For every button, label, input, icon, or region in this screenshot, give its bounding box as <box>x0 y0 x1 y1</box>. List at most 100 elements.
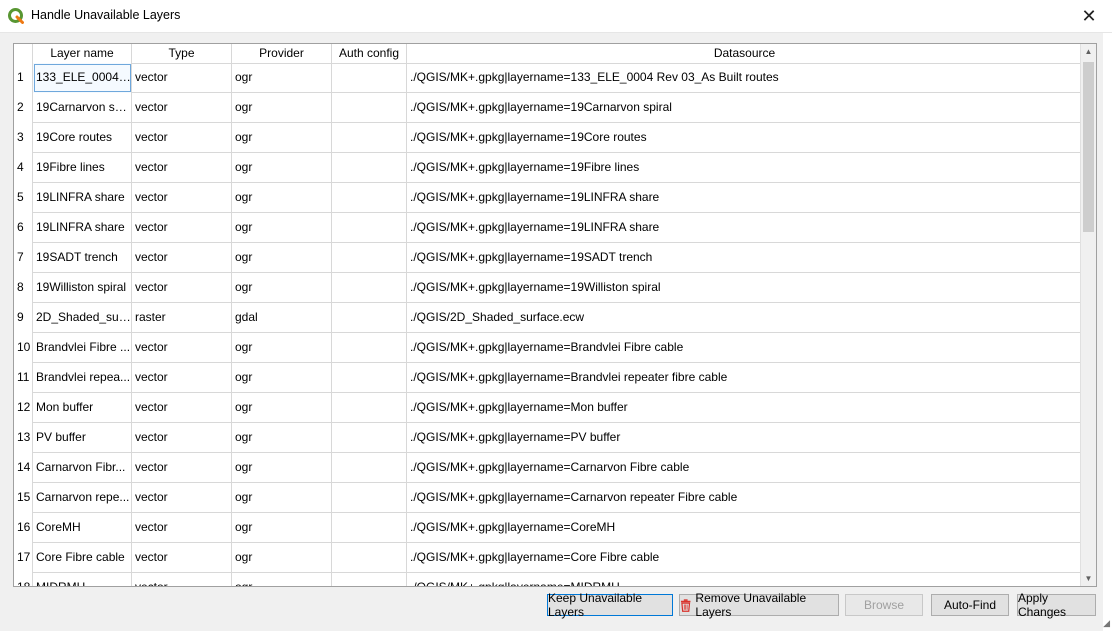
browse-button[interactable]: Browse <box>845 594 923 616</box>
row-number[interactable]: 8 <box>14 273 33 303</box>
table-row[interactable]: 16 CoreMH vector ogr ./QGIS/MK+.gpkg|layerna… <box>14 513 1082 543</box>
cell-layer-name[interactable]: 19Williston spiral <box>33 273 132 303</box>
auto-find-button[interactable]: Auto-Find <box>931 594 1009 616</box>
cell-layer-name[interactable]: 19LINFRA share <box>33 183 132 213</box>
header-layer-name[interactable]: Layer name <box>33 44 132 63</box>
cell-type[interactable]: vector <box>132 453 232 483</box>
cell-auth-config[interactable] <box>332 543 407 573</box>
cell-provider[interactable]: ogr <box>232 483 332 513</box>
cell-auth-config[interactable] <box>332 153 407 183</box>
cell-type[interactable]: vector <box>132 573 232 586</box>
cell-auth-config[interactable] <box>332 573 407 586</box>
cell-auth-config[interactable] <box>332 303 407 333</box>
cell-datasource[interactable]: ./QGIS/2D_Shaded_surface.ecw <box>407 303 1082 333</box>
row-number[interactable]: 16 <box>14 513 33 543</box>
cell-layer-name[interactable]: 133_ELE_0004 R... <box>33 63 132 93</box>
cell-provider[interactable]: ogr <box>232 183 332 213</box>
cell-provider[interactable]: ogr <box>232 123 332 153</box>
cell-type[interactable]: vector <box>132 93 232 123</box>
header-provider[interactable]: Provider <box>232 44 332 63</box>
row-number[interactable]: 15 <box>14 483 33 513</box>
cell-type[interactable]: vector <box>132 333 232 363</box>
keep-unavailable-layers-button[interactable]: Keep Unavailable Layers <box>547 591 673 619</box>
cell-datasource[interactable]: ./QGIS/MK+.gpkg|layername=19LINFRA share <box>407 213 1082 243</box>
header-corner[interactable] <box>14 44 33 63</box>
cell-layer-name[interactable]: 19Fibre lines <box>33 153 132 183</box>
table-row[interactable]: 17 Core Fibre cable vector ogr ./QGIS/MK+.gp… <box>14 543 1082 573</box>
cell-layer-name[interactable]: 19SADT trench <box>33 243 132 273</box>
cell-auth-config[interactable] <box>332 513 407 543</box>
cell-datasource[interactable]: ./QGIS/MK+.gpkg|layername=19Core routes <box>407 123 1082 153</box>
cell-auth-config[interactable] <box>332 393 407 423</box>
table-row[interactable]: 10 Brandvlei Fibre ... vector ogr ./QGIS/MK+… <box>14 333 1082 363</box>
table-row[interactable]: 7 19SADT trench vector ogr ./QGIS/MK+.gpkg|l… <box>14 243 1082 273</box>
scroll-up-icon[interactable]: ▲ <box>1081 44 1096 59</box>
cell-auth-config[interactable] <box>332 273 407 303</box>
cell-datasource[interactable]: ./QGIS/MK+.gpkg|layername=Core Fibre cab… <box>407 543 1082 573</box>
scroll-down-icon[interactable]: ▼ <box>1081 571 1096 586</box>
cell-auth-config[interactable] <box>332 423 407 453</box>
row-number[interactable]: 6 <box>14 213 33 243</box>
cell-type[interactable]: vector <box>132 543 232 573</box>
table-row[interactable]: 9 2D_Shaded_surf... raster gdal ./QGIS/2D_Sh… <box>14 303 1082 333</box>
cell-type[interactable]: vector <box>132 183 232 213</box>
table-row[interactable]: 13 PV buffer vector ogr ./QGIS/MK+.gpkg|laye… <box>14 423 1082 453</box>
cell-provider[interactable]: ogr <box>232 543 332 573</box>
row-number[interactable]: 12 <box>14 393 33 423</box>
cell-provider[interactable]: ogr <box>232 243 332 273</box>
cell-layer-name[interactable]: MIDRMH <box>33 573 132 586</box>
row-number[interactable]: 9 <box>14 303 33 333</box>
cell-layer-name[interactable]: PV buffer <box>33 423 132 453</box>
cell-auth-config[interactable] <box>332 333 407 363</box>
cell-layer-name[interactable]: 19LINFRA share <box>33 213 132 243</box>
cell-datasource[interactable]: ./QGIS/MK+.gpkg|layername=19Carnarvon sp… <box>407 93 1082 123</box>
table-row[interactable]: 8 19Williston spiral vector ogr ./QGIS/MK+.g… <box>14 273 1082 303</box>
cell-datasource[interactable]: ./QGIS/MK+.gpkg|layername=PV buffer <box>407 423 1082 453</box>
table-row[interactable]: 12 Mon buffer vector ogr ./QGIS/MK+.gpkg|lay… <box>14 393 1082 423</box>
cell-datasource[interactable]: ./QGIS/MK+.gpkg|layername=MIDRMH <box>407 573 1082 586</box>
cell-layer-name[interactable]: Carnarvon Fibr... <box>33 453 132 483</box>
cell-layer-name[interactable]: CoreMH <box>33 513 132 543</box>
cell-type[interactable]: vector <box>132 513 232 543</box>
table-row[interactable]: 4 19Fibre lines vector ogr ./QGIS/MK+.gpkg|l… <box>14 153 1082 183</box>
cell-datasource[interactable]: ./QGIS/MK+.gpkg|layername=133_ELE_0004 R… <box>407 63 1082 93</box>
cell-provider[interactable]: ogr <box>232 513 332 543</box>
cell-provider[interactable]: ogr <box>232 573 332 586</box>
cell-layer-name[interactable]: Brandvlei repea... <box>33 363 132 393</box>
cell-datasource[interactable]: ./QGIS/MK+.gpkg|layername=CoreMH <box>407 513 1082 543</box>
row-number[interactable]: 2 <box>14 93 33 123</box>
header-auth-config[interactable]: Auth config <box>332 44 407 63</box>
cell-datasource[interactable]: ./QGIS/MK+.gpkg|layername=Carnarvon repe… <box>407 483 1082 513</box>
cell-type[interactable]: raster <box>132 303 232 333</box>
scroll-thumb[interactable] <box>1083 62 1094 232</box>
row-number[interactable]: 4 <box>14 153 33 183</box>
cell-type[interactable]: vector <box>132 483 232 513</box>
cell-datasource[interactable]: ./QGIS/MK+.gpkg|layername=Carnarvon Fibr… <box>407 453 1082 483</box>
cell-type[interactable]: vector <box>132 153 232 183</box>
cell-provider[interactable]: ogr <box>232 273 332 303</box>
header-datasource[interactable]: Datasource <box>407 44 1082 63</box>
cell-type[interactable]: vector <box>132 393 232 423</box>
cell-auth-config[interactable] <box>332 123 407 153</box>
apply-changes-button[interactable]: Apply Changes <box>1017 591 1096 619</box>
cell-datasource[interactable]: ./QGIS/MK+.gpkg|layername=19SADT trench <box>407 243 1082 273</box>
cell-layer-name[interactable]: Core Fibre cable <box>33 543 132 573</box>
cell-provider[interactable]: ogr <box>232 333 332 363</box>
row-number[interactable]: 10 <box>14 333 33 363</box>
cell-type[interactable]: vector <box>132 63 232 93</box>
table-row[interactable]: 15 Carnarvon repe... vector ogr ./QGIS/MK+.g… <box>14 483 1082 513</box>
cell-layer-name[interactable]: Carnarvon repe... <box>33 483 132 513</box>
vertical-scrollbar[interactable]: ▲ ▼ <box>1080 44 1096 586</box>
row-number[interactable]: 11 <box>14 363 33 393</box>
close-button[interactable]: ✕ <box>1066 0 1112 32</box>
table-row[interactable]: 1 133_ELE_0004 R... vector ogr ./QGIS/MK+.gp… <box>14 63 1082 93</box>
cell-type[interactable]: vector <box>132 273 232 303</box>
row-number[interactable]: 1 <box>14 63 33 93</box>
cell-type[interactable]: vector <box>132 123 232 153</box>
cell-provider[interactable]: gdal <box>232 303 332 333</box>
cell-auth-config[interactable] <box>332 183 407 213</box>
remove-unavailable-layers-button[interactable]: Remove Unavailable Layers <box>679 591 839 619</box>
table-row[interactable]: 11 Brandvlei repea... vector ogr ./QGIS/MK+.… <box>14 363 1082 393</box>
table-row[interactable]: 18 MIDRMH vector ogr ./QGIS/MK+.gpkg|layerna… <box>14 573 1082 586</box>
cell-type[interactable]: vector <box>132 363 232 393</box>
